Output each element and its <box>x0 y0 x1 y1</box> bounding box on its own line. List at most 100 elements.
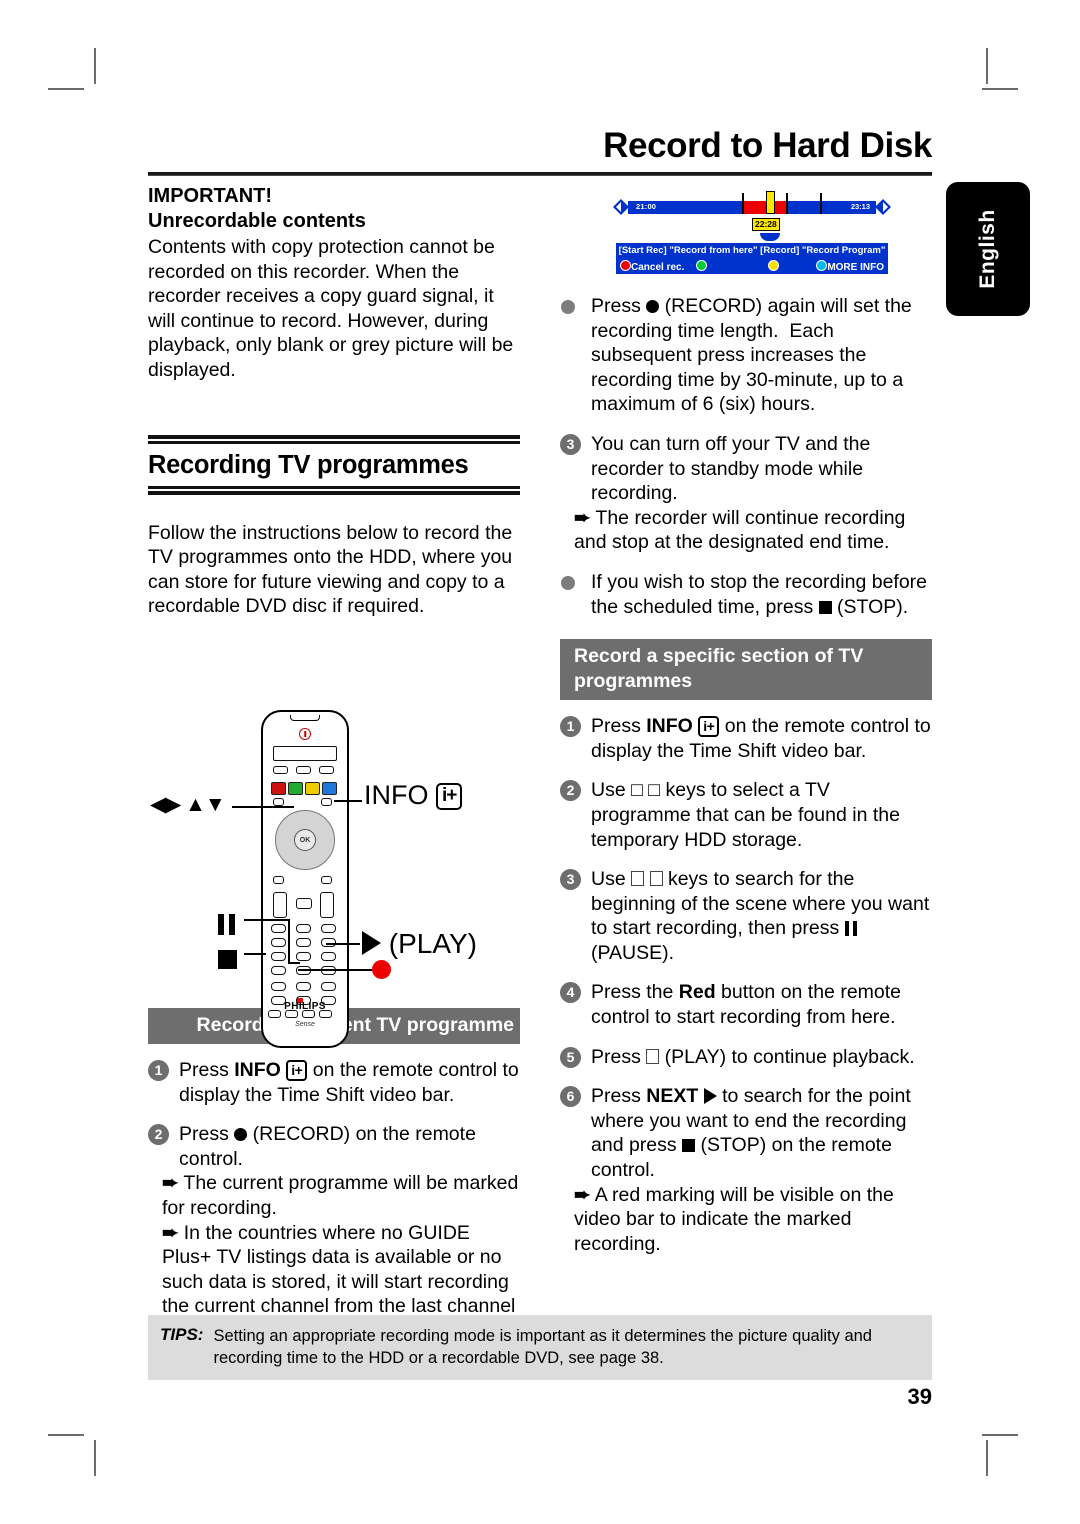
remote-button-menu <box>273 798 284 806</box>
callout-label-play: (PLAY) <box>362 928 477 960</box>
bullet-stop-before-text: If you wish to stop the recording before… <box>591 570 928 618</box>
step-r3-text: You can turn off your TV and the recorde… <box>591 432 871 505</box>
step-r6: 6 Press NEXT to search for the point whe… <box>560 1084 932 1256</box>
callout-label-navigation: ◀▶ ▲▼ <box>150 793 226 816</box>
video-bar-tick-3 <box>820 193 822 214</box>
page-content: Record to Hard Disk 21:00 23:13 22:28 [S… <box>148 96 932 1420</box>
osd-green-key <box>696 260 707 273</box>
step-l2-text-before: Press <box>179 1123 235 1146</box>
callout-line-info <box>334 800 362 802</box>
remote-button-option <box>321 876 332 884</box>
video-bar-start-time: 21:00 <box>636 202 657 211</box>
remote-key-3 <box>321 924 336 933</box>
bullet-stop-before: If you wish to stop the recording before… <box>560 570 932 619</box>
arrow-right-icon: ➨ <box>162 1172 179 1195</box>
subsection-record-specific-section: Record a specific section of TV programm… <box>560 639 932 701</box>
step-r4-number: 4 <box>560 982 581 1004</box>
remote-blue-key <box>322 782 337 795</box>
video-bar-cursor-tab <box>760 233 780 241</box>
power-button-icon <box>299 728 311 740</box>
remote-red-key <box>271 782 286 795</box>
section-title: Recording TV programmes <box>148 450 469 479</box>
play-triangle-icon <box>362 931 381 955</box>
info-iplus-icon: i+ <box>436 783 463 810</box>
remote-channel-rocker <box>320 892 334 918</box>
step-r3: 3 You can turn off your TV and the recor… <box>560 432 932 555</box>
bullet-dot-icon <box>561 300 575 314</box>
step-l1-number: 1 <box>148 1059 169 1081</box>
remote-key-4 <box>271 938 286 947</box>
callout-line-nav <box>232 806 294 808</box>
video-bar-end-time: 23:13 <box>850 202 870 211</box>
scroll-right-arrow-icon <box>875 199 891 215</box>
arrow-right-icon: ➨ <box>162 1221 179 1244</box>
video-bar-tick-1 <box>742 193 744 214</box>
crop-mark-top-right-h <box>982 88 1018 90</box>
record-dot-icon <box>234 1128 248 1142</box>
important-heading: IMPORTANT! <box>148 185 273 207</box>
step-r4-text-before: Press the <box>591 981 679 1004</box>
stop-square-icon <box>682 1139 696 1153</box>
step-r6-note: ➨ A red marking will be visible on the v… <box>574 1183 932 1257</box>
remote-key-7 <box>271 952 286 961</box>
step-r2-number: 2 <box>560 780 581 802</box>
callout-label-stop <box>218 945 237 976</box>
remote-key-9 <box>321 952 336 961</box>
step-l1-bold: INFO <box>234 1058 281 1081</box>
brand-wordmark: PHILIPS <box>284 1001 326 1012</box>
step-l1-text-before: Press <box>179 1058 235 1081</box>
callout-line-record <box>298 969 372 971</box>
stop-square-icon <box>218 950 237 969</box>
remote-key-2 <box>296 924 311 933</box>
step-r5-number: 5 <box>560 1046 581 1068</box>
tips-label: TIPS: <box>160 1325 204 1344</box>
step-l2-note-1: ➨ The current programme will be marked f… <box>162 1171 520 1220</box>
tips-text: Setting an appropriate recording mode is… <box>213 1327 872 1367</box>
remote-ok-button: OK <box>294 829 316 851</box>
red-dot-icon <box>620 260 631 271</box>
arrow-right-icon: ➨ <box>574 506 591 529</box>
step-r3-number: 3 <box>560 433 581 455</box>
next-triangle-icon <box>703 1088 717 1105</box>
crop-mark-bottom-right-h <box>982 1434 1018 1436</box>
step-r6-note-text: A red marking will be visible on the vid… <box>574 1183 894 1255</box>
crop-mark-top-left-h <box>48 88 84 90</box>
language-tab: English <box>946 182 1030 316</box>
remote-green-key <box>288 782 303 795</box>
remote-button-timer <box>273 766 288 774</box>
callout-label-record-dot-icon <box>372 960 391 979</box>
bullet-record-again: Press (RECORD) again will set the record… <box>560 294 932 417</box>
callout-line-play <box>326 943 360 945</box>
left-column: IMPORTANT! Unrecordable contents Content… <box>148 184 520 1383</box>
sub-brand-logo: Sense <box>295 1021 315 1028</box>
video-bar-track-row: 21:00 23:13 22:28 <box>612 191 892 241</box>
osd-blue-key-label: MORE INFO <box>827 262 884 273</box>
callout-info-text: INFO <box>364 780 429 810</box>
remote-volume-rocker <box>273 892 287 918</box>
step-r1: 1 Press INFO i+ on the remote control to… <box>560 714 932 763</box>
tips-row: TIPS: Setting an appropriate recording m… <box>160 1325 920 1369</box>
callout-label-pause <box>218 911 236 942</box>
header-divider <box>148 172 932 176</box>
step-r2: 2 Use □ □ keys to select a TV programme … <box>560 778 932 852</box>
crop-mark-bottom-left-h <box>48 1434 84 1436</box>
step-r3b: 3 Use keys to search for the beginning o… <box>560 867 932 965</box>
step-r4: 4 Press the Red button on the remote con… <box>560 980 932 1029</box>
osd-red-key: Cancel rec. <box>620 260 684 273</box>
bullet-dot-icon <box>561 575 575 590</box>
video-bar-recorded-segment <box>742 201 786 214</box>
video-bar-tick-2 <box>786 193 788 214</box>
osd-color-key-row: Cancel rec. MORE INFO <box>616 259 888 274</box>
page-title: Record to Hard Disk <box>603 126 932 165</box>
step-r5: 5 Press (PLAY) to continue playback. <box>560 1045 932 1070</box>
section-rule-bottom <box>148 488 520 495</box>
callout-line-pause-2 <box>288 919 290 964</box>
step-r4-bold: Red <box>678 981 716 1004</box>
crop-mark-bottom-right-v <box>986 1440 988 1476</box>
remote-button-back <box>273 876 284 884</box>
remote-mute-button <box>296 898 312 909</box>
remote-pause-button <box>296 982 311 991</box>
osd-instruction-line: [Start Rec] "Record from here" [Record] … <box>618 245 886 256</box>
right-column: Press (RECORD) again will set the record… <box>560 294 932 1271</box>
bullet-record-again-text: Press (RECORD) again will set the record… <box>591 295 912 416</box>
